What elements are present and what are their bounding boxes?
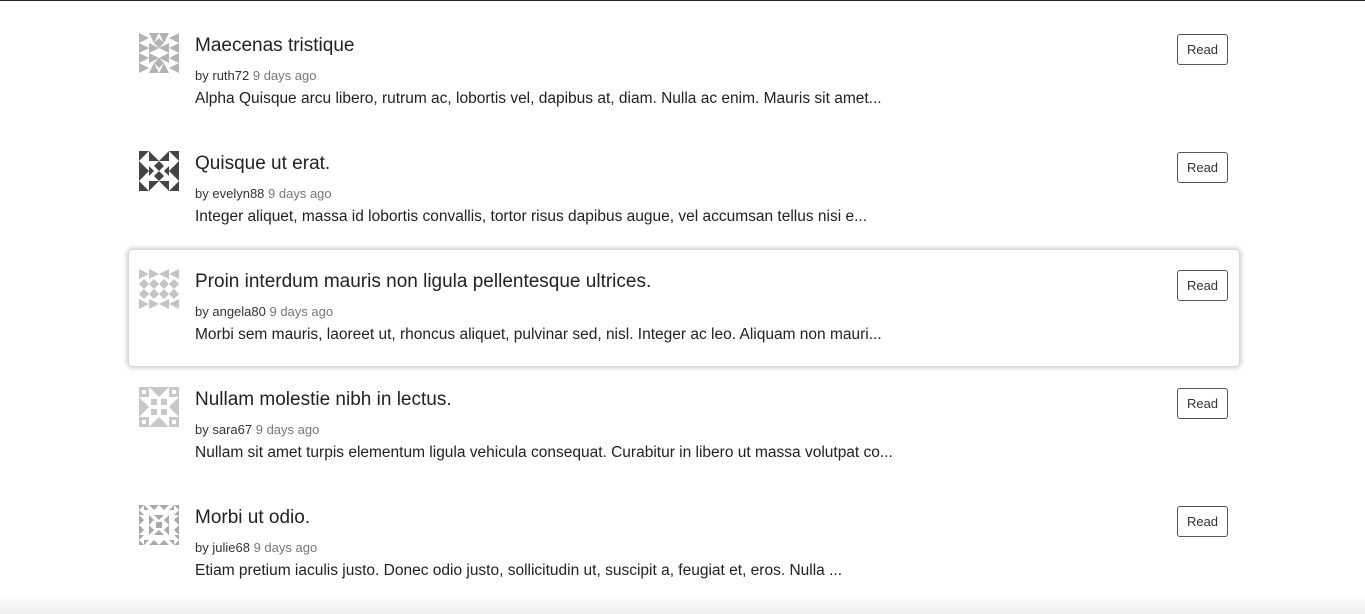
- post-title[interactable]: Morbi ut odio.: [195, 507, 310, 529]
- post-title[interactable]: Proin interdum mauris non ligula pellent…: [195, 271, 651, 293]
- post-meta: by evelyn88 9 days ago: [195, 186, 332, 201]
- post-time: 9 days ago: [253, 540, 318, 555]
- identicon-avatar: [139, 269, 179, 309]
- author-link[interactable]: evelyn88: [212, 186, 264, 201]
- top-border: [0, 0, 1365, 1]
- post-time: 9 days ago: [252, 68, 317, 83]
- by-label: by: [195, 540, 209, 555]
- post-time: 9 days ago: [269, 304, 334, 319]
- post-meta: by julie68 9 days ago: [195, 540, 317, 555]
- identicon-avatar: [139, 151, 179, 191]
- post-item[interactable]: Maecenas tristique by ruth72 9 days ago …: [128, 13, 1240, 131]
- author-link[interactable]: sara67: [212, 422, 252, 437]
- post-meta: by ruth72 9 days ago: [195, 68, 316, 83]
- read-button[interactable]: Read: [1177, 270, 1228, 301]
- post-list: Maecenas tristique by ruth72 9 days ago …: [128, 13, 1240, 603]
- read-button[interactable]: Read: [1177, 506, 1228, 537]
- identicon-avatar: [139, 33, 179, 73]
- post-excerpt: Nullam sit amet turpis elementum ligula …: [195, 444, 893, 461]
- read-button[interactable]: Read: [1177, 34, 1228, 65]
- read-button[interactable]: Read: [1177, 152, 1228, 183]
- identicon-avatar: [139, 387, 179, 427]
- post-meta: by sara67 9 days ago: [195, 422, 319, 437]
- by-label: by: [195, 68, 209, 83]
- by-label: by: [195, 186, 209, 201]
- post-item[interactable]: Morbi ut odio. by julie68 9 days ago Eti…: [128, 485, 1240, 603]
- post-item[interactable]: Nullam molestie nibh in lectus. by sara6…: [128, 367, 1240, 485]
- post-title[interactable]: Maecenas tristique: [195, 35, 354, 57]
- by-label: by: [195, 304, 209, 319]
- post-excerpt: Morbi sem mauris, laoreet ut, rhoncus al…: [195, 326, 882, 343]
- author-link[interactable]: julie68: [212, 540, 250, 555]
- author-link[interactable]: angela80: [212, 304, 266, 319]
- author-link[interactable]: ruth72: [212, 68, 249, 83]
- identicon-avatar: [139, 505, 179, 545]
- post-meta: by angela80 9 days ago: [195, 304, 333, 319]
- post-title[interactable]: Nullam molestie nibh in lectus.: [195, 389, 452, 411]
- read-button[interactable]: Read: [1177, 388, 1228, 419]
- by-label: by: [195, 422, 209, 437]
- post-item[interactable]: Quisque ut erat. by evelyn88 9 days ago …: [128, 131, 1240, 249]
- post-time: 9 days ago: [255, 422, 320, 437]
- post-title[interactable]: Quisque ut erat.: [195, 153, 330, 175]
- post-excerpt: Integer aliquet, massa id lobortis conva…: [195, 208, 868, 225]
- scroll-fade: [0, 594, 1365, 614]
- post-excerpt: Etiam pretium iaculis justo. Donec odio …: [195, 562, 842, 579]
- post-item-highlighted[interactable]: Proin interdum mauris non ligula pellent…: [128, 249, 1240, 367]
- post-excerpt: Alpha Quisque arcu libero, rutrum ac, lo…: [195, 90, 882, 107]
- post-time: 9 days ago: [268, 186, 332, 201]
